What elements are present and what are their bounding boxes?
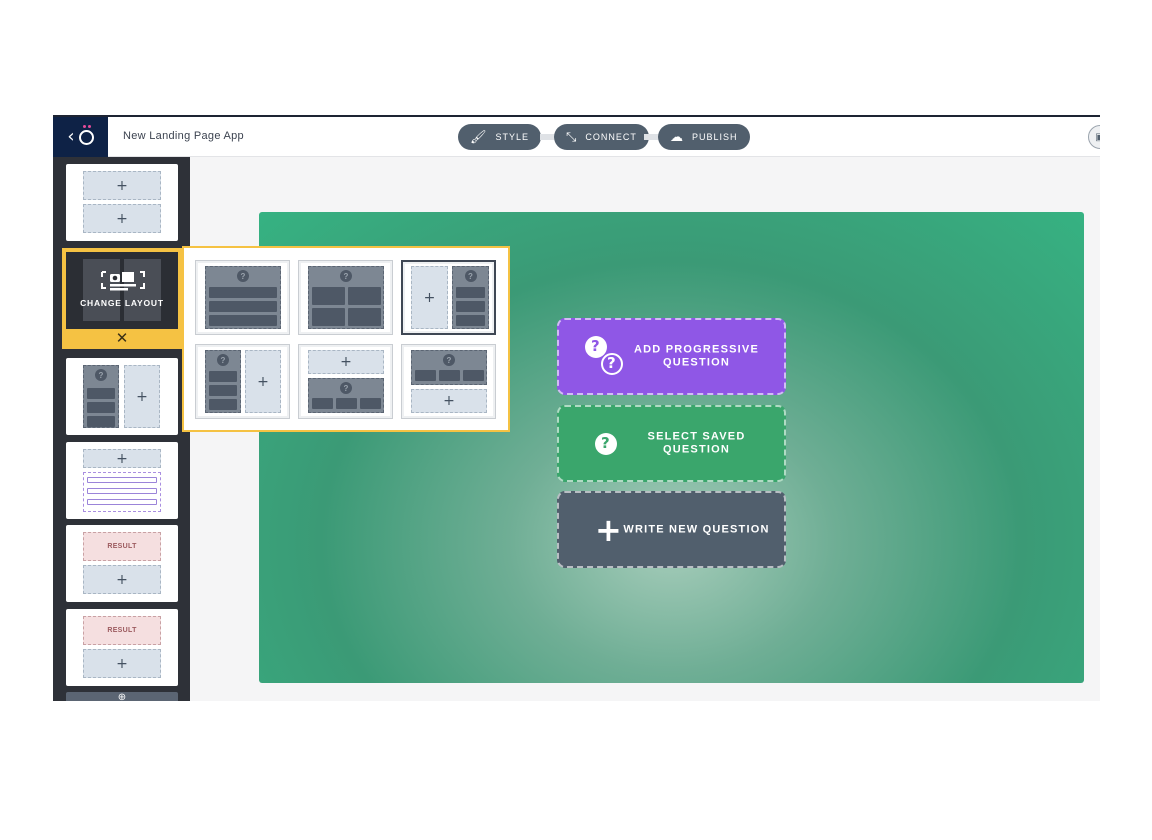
option-bar	[456, 315, 485, 326]
add-section-slot[interactable]: +	[83, 204, 161, 233]
question-slot: ?	[411, 350, 487, 385]
option-bar	[456, 301, 485, 312]
question-icon: ?	[464, 270, 477, 282]
question-icon: ?	[340, 270, 352, 282]
change-layout-icon	[101, 271, 145, 291]
add-slide-button[interactable]: ⊕	[66, 692, 178, 701]
result-section: RESULT	[83, 616, 161, 645]
option-tile	[312, 398, 333, 409]
publish-button[interactable]: ☁ PUBLISH	[658, 124, 750, 150]
selected-slide-preview: CHANGE LAYOUT	[66, 252, 178, 329]
option-bar	[209, 371, 237, 382]
layout-option-question-bottom[interactable]: + ?	[298, 344, 393, 419]
toolbar-separator	[540, 134, 554, 140]
outgrow-logo-icon	[78, 124, 94, 145]
option-tile	[439, 370, 460, 381]
option-tile	[312, 308, 345, 326]
chevron-left-icon: ‹	[67, 126, 75, 147]
select-saved-question-button[interactable]: ? SELECT SAVED QUESTION	[557, 405, 786, 482]
question-icon: ?	[237, 270, 249, 282]
write-new-question-label: WRITE NEW QUESTION	[623, 522, 770, 535]
close-layout-button[interactable]: ✕	[64, 329, 180, 347]
add-section-slot[interactable]: +	[124, 365, 160, 428]
add-section-slot[interactable]: +	[83, 449, 161, 468]
builder-app: ‹ New Landing Page App 🖌 STYLE ⤡ CONNECT…	[53, 115, 1100, 701]
question-icon: ?	[585, 335, 607, 358]
publish-label: PUBLISH	[692, 132, 738, 142]
brush-icon: 🖌	[470, 129, 488, 145]
option-tile	[463, 370, 484, 381]
add-section-slot[interactable]: +	[411, 389, 487, 413]
question-slot: ?	[83, 365, 119, 428]
question-slot: ?	[205, 350, 241, 413]
option-bar	[209, 315, 277, 326]
option-bar	[209, 301, 277, 312]
add-section-slot[interactable]: +	[83, 565, 161, 594]
option-tile	[348, 287, 381, 305]
option-bar	[209, 287, 277, 298]
option-bar	[87, 416, 115, 427]
slide-thumbnail-1[interactable]: + +	[66, 164, 178, 241]
style-button[interactable]: 🖌 STYLE	[458, 124, 542, 150]
option-tile	[360, 398, 381, 409]
question-mark: ?	[595, 432, 617, 455]
question-icon: ?	[340, 382, 352, 394]
toolbar-separator	[644, 134, 658, 140]
option-tile	[336, 398, 357, 409]
connect-arrows-icon: ⤡	[566, 129, 578, 145]
option-tile	[348, 308, 381, 326]
option-bar	[209, 385, 237, 396]
slide-sidebar: + + CHANGE LAYOUT ✕ ? + + RESULT + RESUL…	[53, 157, 190, 701]
add-progressive-question-button[interactable]: ? ? ADD PROGRESSIVE QUESTION	[557, 318, 786, 395]
question-slot: ?	[308, 266, 384, 329]
connect-label: CONNECT	[585, 132, 637, 142]
question-icon: ?	[595, 432, 617, 455]
option-bar	[456, 287, 485, 298]
cloud-upload-icon: ☁	[670, 129, 684, 145]
layout-picker-popup: ? ? + ? ? + + ? ? +	[182, 246, 510, 432]
layout-option-split-question-left[interactable]: ? +	[195, 344, 290, 419]
option-tile	[312, 287, 345, 305]
form-field	[87, 499, 157, 505]
back-to-dashboard-button[interactable]: ‹	[53, 117, 108, 157]
layout-option-question-grid[interactable]: ?	[298, 260, 393, 335]
question-slot: ?	[308, 378, 384, 413]
question-icon: ?	[443, 354, 455, 366]
result-section: RESULT	[83, 532, 161, 561]
selected-slide-thumbnail[interactable]: CHANGE LAYOUT ✕	[62, 248, 182, 349]
save-icon: ▣	[1095, 132, 1100, 143]
option-bar	[87, 402, 115, 413]
option-tile	[415, 370, 436, 381]
question-icon: ?	[95, 369, 107, 381]
layout-option-split-question-right[interactable]: + ?	[401, 260, 496, 335]
style-label: STYLE	[495, 132, 530, 142]
save-button[interactable]: ▣	[1088, 125, 1100, 149]
top-bar: ‹ New Landing Page App 🖌 STYLE ⤡ CONNECT…	[53, 117, 1100, 157]
add-section-slot[interactable]: +	[308, 350, 384, 374]
add-section-slot[interactable]: +	[411, 266, 448, 329]
add-section-slot[interactable]: +	[83, 649, 161, 678]
form-field	[87, 488, 157, 494]
question-slot: ?	[205, 266, 281, 329]
write-new-question-button[interactable]: + WRITE NEW QUESTION	[557, 491, 786, 568]
layout-option-question-top[interactable]: ? +	[401, 344, 496, 419]
select-saved-question-label: SELECT SAVED QUESTION	[647, 430, 746, 456]
change-layout-label[interactable]: CHANGE LAYOUT	[66, 298, 178, 308]
slide-thumbnail-5[interactable]: RESULT +	[66, 525, 178, 602]
connect-button[interactable]: ⤡ CONNECT	[554, 124, 649, 150]
option-bar	[209, 399, 237, 410]
add-section-slot[interactable]: +	[245, 350, 281, 413]
question-slot: ?	[452, 266, 489, 329]
form-field	[87, 477, 157, 483]
slide-thumbnail-4[interactable]: +	[66, 442, 178, 519]
layout-option-question-full[interactable]: ?	[195, 260, 290, 335]
add-progressive-question-label: ADD PROGRESSIVE QUESTION	[634, 343, 759, 369]
slide-thumbnail-3[interactable]: ? +	[66, 358, 178, 435]
option-bar	[87, 388, 115, 399]
add-section-slot[interactable]: +	[83, 171, 161, 200]
question-icon: ?	[217, 354, 229, 366]
app-title: New Landing Page App	[123, 130, 244, 142]
form-section	[83, 472, 161, 512]
slide-thumbnail-6[interactable]: RESULT +	[66, 609, 178, 686]
